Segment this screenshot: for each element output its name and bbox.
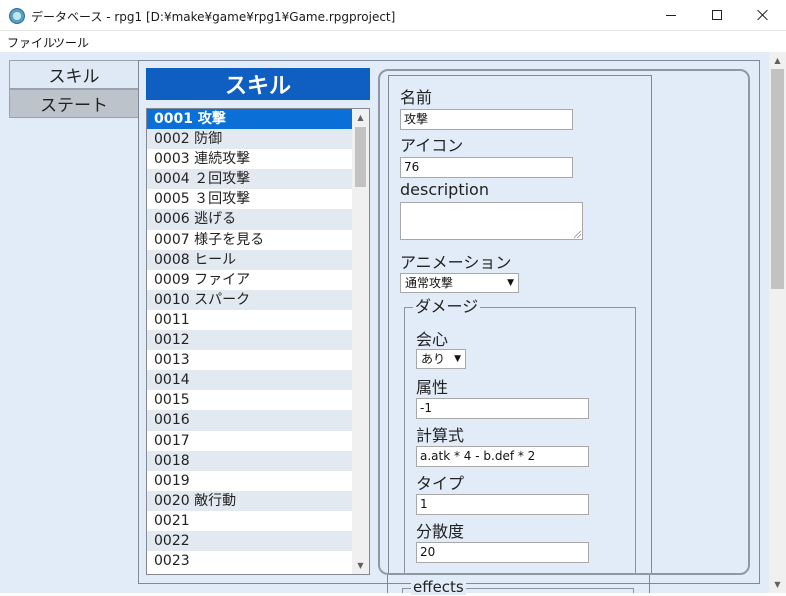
window-scroll-thumb[interactable] [771,69,784,289]
minimize-button[interactable] [648,0,694,30]
variance-label: 分散度 [416,522,465,541]
list-item[interactable]: 0010 スパーク [147,289,352,310]
effects-legend-text: effects [413,578,464,596]
list-item[interactable]: 0008 ヒール [147,249,352,270]
list-item[interactable]: 0013 [147,350,352,370]
list-item[interactable]: 0019 [147,471,352,491]
formula-input[interactable]: a.atk * 4 - b.def * 2 [416,446,589,467]
critical-select-value: あり [421,352,446,366]
list-item[interactable]: 0005 ３回攻撃 [147,189,352,209]
resize-grip-icon[interactable] [574,231,581,238]
minimize-icon [666,14,676,16]
critical-select[interactable]: あり ▼ [416,349,466,369]
list-item[interactable]: 0021 [147,511,352,531]
menu-bar: ファイル ツール [0,31,786,52]
list-item[interactable]: 0001 攻撃 [147,109,352,130]
list-item[interactable]: 0002 防御 [147,129,352,150]
damage-legend: ダメージ [413,297,481,316]
list-item[interactable]: 0004 ２回攻撃 [147,169,352,190]
list-item[interactable]: 0023 [147,551,352,571]
list-item[interactable]: 0022 [147,530,352,552]
menu-file[interactable]: ファイル [7,34,55,51]
list-item[interactable]: 0014 [147,370,352,391]
close-button[interactable] [740,0,786,30]
list-header: スキル [146,68,370,100]
name-label: 名前 [400,88,433,107]
scroll-thumb[interactable] [355,127,366,187]
damage-legend-text: ダメージ [415,297,479,316]
menu-tools[interactable]: ツール [53,34,89,51]
list-item[interactable]: 0007 様子を見る [147,230,352,250]
list-item[interactable]: 0018 [147,450,352,471]
type-label: タイプ [416,474,465,493]
scroll-down-icon[interactable]: ▼ [769,576,786,593]
maximize-icon [712,10,722,20]
list-item[interactable]: 0012 [147,330,352,351]
scroll-down-icon[interactable]: ▼ [352,557,369,574]
title-bar: データベース - rpg1 [D:¥make¥game¥rpg1¥Game.rp… [0,0,786,31]
window-title: データベース - rpg1 [D:¥make¥game¥rpg1¥Game.rp… [31,10,396,24]
element-label: 属性 [416,378,449,397]
icon-input[interactable]: 76 [400,157,573,178]
list-item[interactable]: 0016 [147,410,352,431]
scroll-up-icon[interactable]: ▲ [352,109,369,126]
list-item[interactable]: 0020 敵行動 [147,490,352,511]
scroll-up-icon[interactable]: ▲ [769,52,786,69]
critical-label: 会心 [416,330,449,349]
formula-label: 計算式 [416,426,465,445]
tab-state[interactable]: ステート [9,89,139,118]
list-item[interactable]: 0015 [147,390,352,410]
chevron-down-icon: ▼ [454,354,461,364]
skill-listbox[interactable]: 0001 攻撃 0002 防御 0003 連続攻撃 0004 ２回攻撃 0005 ３回攻… [146,108,370,575]
variance-input[interactable]: 20 [416,542,589,563]
list-item[interactable]: 0017 [147,431,352,451]
maximize-button[interactable] [694,0,740,30]
description-label: description [400,180,489,199]
skill-list: 0001 攻撃 0002 防御 0003 連続攻撃 0004 ２回攻撃 0005 ３回攻… [147,109,352,571]
list-item[interactable]: 0006 逃げる [147,209,352,230]
animation-select-value: 通常攻撃 [405,276,454,290]
chevron-down-icon: ▼ [507,278,514,288]
window-scrollbar[interactable]: ▲ ▼ [769,52,786,593]
list-item[interactable]: 0011 [147,310,352,330]
description-textarea[interactable] [400,202,583,240]
element-input[interactable]: -1 [416,398,589,419]
type-input[interactable]: 1 [416,494,589,515]
detail-panel: 名前 攻撃 アイコン 76 description アニメーション 通常攻撃 ▼… [378,69,750,575]
app-icon [9,8,25,24]
list-item[interactable]: 0009 ファイア [147,270,352,290]
tab-skill[interactable]: スキル [9,60,139,89]
name-input[interactable]: 攻撃 [400,109,573,130]
list-scrollbar[interactable]: ▲ ▼ [352,109,369,574]
animation-select[interactable]: 通常攻撃 ▼ [400,273,519,293]
icon-label: アイコン [400,136,464,155]
list-item[interactable]: 0003 連続攻撃 [147,149,352,169]
animation-label: アニメーション [400,253,512,272]
close-icon [757,9,769,21]
